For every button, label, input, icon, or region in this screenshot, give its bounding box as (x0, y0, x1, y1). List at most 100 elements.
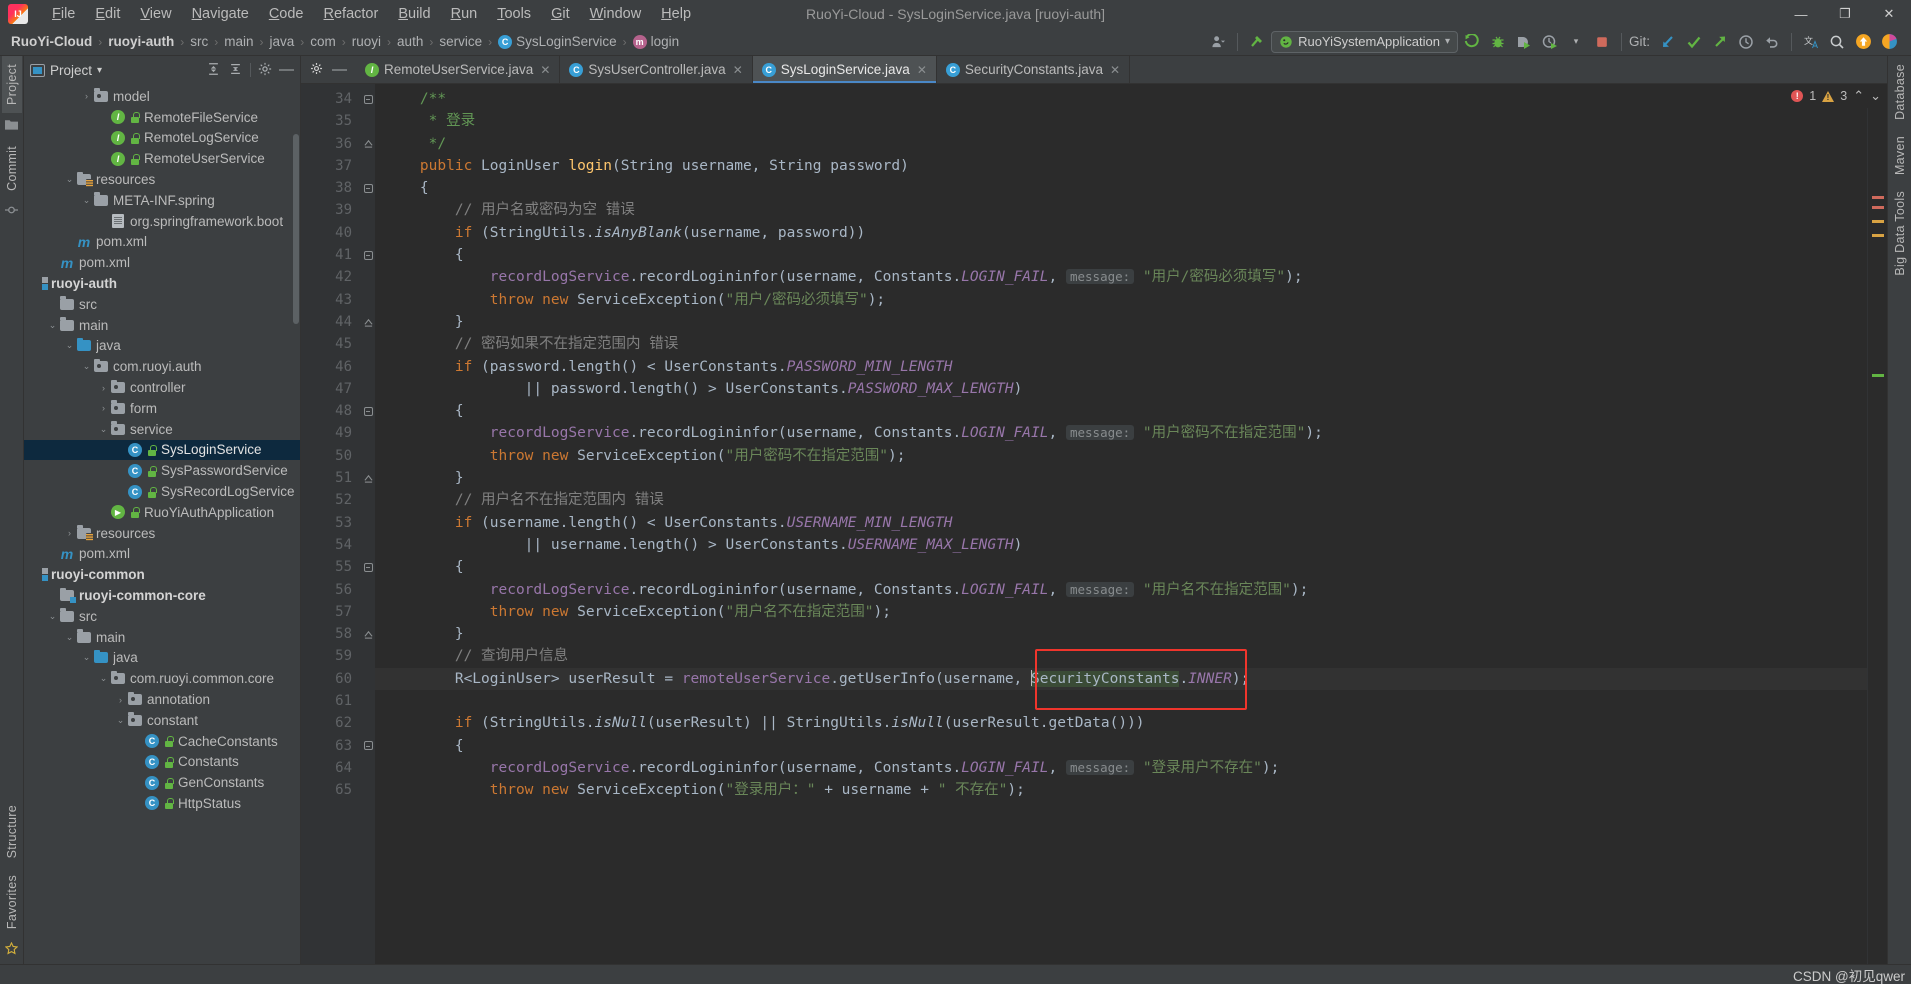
tree-node-form[interactable]: › form (24, 398, 300, 419)
tree-node-constants[interactable]: ›CConstants (24, 752, 300, 773)
commit-node-icon[interactable] (5, 199, 18, 224)
maximize-button[interactable]: ❐ (1823, 0, 1867, 28)
gear-icon[interactable] (258, 62, 272, 79)
tree-node-meta-inf-spring[interactable]: ⌄ META-INF.spring (24, 190, 300, 211)
close-icon[interactable]: ✕ (733, 63, 743, 77)
breadcrumb-item-sysloginservice[interactable]: C SysLoginService (493, 33, 622, 50)
menu-item-code[interactable]: Code (259, 3, 314, 25)
code-line[interactable]: R<LoginUser> userResult = remoteUserServ… (375, 667, 1867, 691)
hide-icon[interactable]: — (332, 62, 347, 77)
code-line[interactable]: if (StringUtils.isAnyBlank(username, pas… (375, 222, 1867, 244)
folder-icon[interactable] (5, 113, 18, 138)
code-line[interactable]: recordLogService.recordLogininfor(userna… (375, 757, 1867, 779)
chevron-right-icon[interactable]: › (63, 528, 76, 538)
code-line[interactable]: || password.length() > UserConstants.PAS… (375, 378, 1867, 400)
menu-item-file[interactable]: File (42, 3, 85, 25)
menu-item-edit[interactable]: Edit (85, 3, 130, 25)
tree-node-com-ruoyi-auth[interactable]: ⌄ com.ruoyi.auth (24, 356, 300, 377)
fold-marker[interactable] (361, 311, 375, 333)
tool-window-button-structure[interactable]: Structure (2, 797, 22, 866)
editor-tab-sysusercontroller-java[interactable]: C SysUserController.java ✕ (560, 56, 753, 83)
code-line[interactable]: // 密码如果不在指定范围内 错误 (375, 333, 1867, 355)
git-commit-icon[interactable] (1682, 31, 1706, 53)
run-coverage-icon[interactable] (1512, 31, 1536, 53)
tree-node-pom-xml[interactable]: ›mpom.xml (24, 544, 300, 565)
code-line[interactable]: public LoginUser login(String username, … (375, 155, 1867, 177)
menu-item-build[interactable]: Build (388, 3, 440, 25)
menu-item-git[interactable]: Git (541, 3, 580, 25)
tree-node-com-ruoyi-common-core[interactable]: ⌄ com.ruoyi.common.core (24, 668, 300, 689)
tree-node-main[interactable]: ⌄ main (24, 315, 300, 336)
breadcrumb-item-service[interactable]: service (434, 33, 487, 50)
chevron-down-icon[interactable]: ⌄ (80, 361, 93, 372)
breadcrumb-item-com[interactable]: com (305, 33, 341, 50)
breadcrumb-item-ruoyi[interactable]: ruoyi (347, 33, 386, 50)
ide-icon[interactable] (1877, 31, 1901, 53)
tool-window-button-project[interactable]: Project (1, 56, 22, 114)
fold-marker[interactable] (361, 133, 375, 155)
build-hammer-icon[interactable] (1245, 31, 1269, 53)
collapse-all-icon[interactable] (228, 62, 243, 79)
error-mark[interactable] (1872, 196, 1884, 199)
code-folding-gutter[interactable] (361, 84, 375, 964)
tree-node-sysloginservice[interactable]: ›CSysLoginService (24, 439, 300, 461)
tool-window-button-favorites[interactable]: Favorites (2, 867, 22, 937)
chevron-down-icon[interactable]: ⌄ (80, 195, 93, 206)
git-rollback-icon[interactable] (1760, 31, 1784, 53)
code-line[interactable]: * 登录 (375, 110, 1867, 132)
breadcrumb-item-ruoyi-cloud[interactable]: RuoYi-Cloud (6, 33, 97, 50)
code-line[interactable]: // 用户名或密码为空 错误 (375, 199, 1867, 221)
git-update-project-icon[interactable] (1656, 31, 1680, 53)
breadcrumb-item-ruoyi-auth[interactable]: ruoyi-auth (103, 33, 179, 50)
chevron-down-icon[interactable]: ▾ (97, 65, 102, 76)
chevron-down-icon[interactable]: ⌄ (97, 673, 110, 684)
previous-problem-icon[interactable]: ⌃ (1853, 88, 1864, 104)
chevron-down-icon[interactable]: ⌄ (63, 340, 76, 351)
star-icon[interactable] (4, 937, 19, 964)
code-line[interactable]: if (password.length() < UserConstants.PA… (375, 356, 1867, 378)
code-line[interactable] (375, 690, 1867, 712)
code-line[interactable]: // 用户名不在指定范围内 错误 (375, 489, 1867, 511)
code-line[interactable]: throw new ServiceException("登录用户：" + use… (375, 779, 1867, 801)
chevron-down-icon[interactable]: ⌄ (80, 652, 93, 663)
tree-node-sysrecordlogservice[interactable]: ›CSysRecordLogService (24, 481, 300, 502)
debug-icon[interactable] (1486, 31, 1510, 53)
search-icon[interactable] (1825, 31, 1849, 53)
close-icon[interactable]: ✕ (917, 63, 927, 77)
tree-node-remoteuserservice[interactable]: ›IRemoteUserService (24, 148, 300, 169)
update-available-icon[interactable] (1851, 31, 1875, 53)
tree-node-pom-xml[interactable]: ›mpom.xml (24, 252, 300, 273)
tree-node-genconstants[interactable]: ›CGenConstants (24, 772, 300, 793)
tree-node-remotelogservice[interactable]: ›IRemoteLogService (24, 128, 300, 149)
menu-item-view[interactable]: View (130, 3, 181, 25)
inspection-mark-gutter[interactable] (1867, 84, 1887, 964)
tool-window-button-maven[interactable]: Maven (1890, 128, 1910, 183)
inspection-widget[interactable]: ! 1 3 ⌃ ⌄ (1785, 84, 1887, 108)
breadcrumb-item-auth[interactable]: auth (392, 33, 428, 50)
breadcrumb-item-main[interactable]: main (219, 33, 258, 50)
code-line[interactable]: } (375, 311, 1867, 333)
editor-tab-sysloginservice-java[interactable]: C SysLoginService.java ✕ (752, 56, 937, 83)
code-line[interactable]: } (375, 623, 1867, 645)
tree-node-ruoyi-common-core[interactable]: ›ruoyi-common-core (24, 585, 300, 606)
code-line[interactable]: } (375, 467, 1867, 489)
caret-token[interactable]: S (1030, 669, 1040, 687)
code-line[interactable]: if (username.length() < UserConstants.US… (375, 512, 1867, 534)
code-line[interactable]: || username.length() > UserConstants.USE… (375, 534, 1867, 556)
tree-node-remotefileservice[interactable]: ›IRemoteFileService (24, 107, 300, 128)
code-editor[interactable]: 34 35 36 37 38 39 40 41 42 43 44 45 46 47 48 49 50 51 52 53… (301, 84, 1887, 964)
fold-marker[interactable] (361, 88, 375, 110)
tool-window-button-commit[interactable]: Commit (2, 138, 22, 199)
tree-node-pom-xml[interactable]: ›mpom.xml (24, 232, 300, 253)
chevron-right-icon[interactable]: › (97, 403, 110, 413)
project-title-group[interactable]: Project ▾ (30, 63, 102, 78)
project-tree-scrollbar[interactable] (293, 134, 299, 324)
translate-icon[interactable]: 文 (1799, 31, 1823, 53)
tree-node-main[interactable]: ⌄ main (24, 627, 300, 648)
tree-node-model[interactable]: › model (24, 86, 300, 107)
fold-marker[interactable] (361, 735, 375, 757)
code-line[interactable]: { (375, 400, 1867, 422)
chevron-right-icon[interactable]: › (80, 91, 93, 101)
menu-item-refactor[interactable]: Refactor (314, 3, 389, 25)
tree-node-ruoyi-auth[interactable]: ›ruoyi-auth (24, 273, 300, 294)
